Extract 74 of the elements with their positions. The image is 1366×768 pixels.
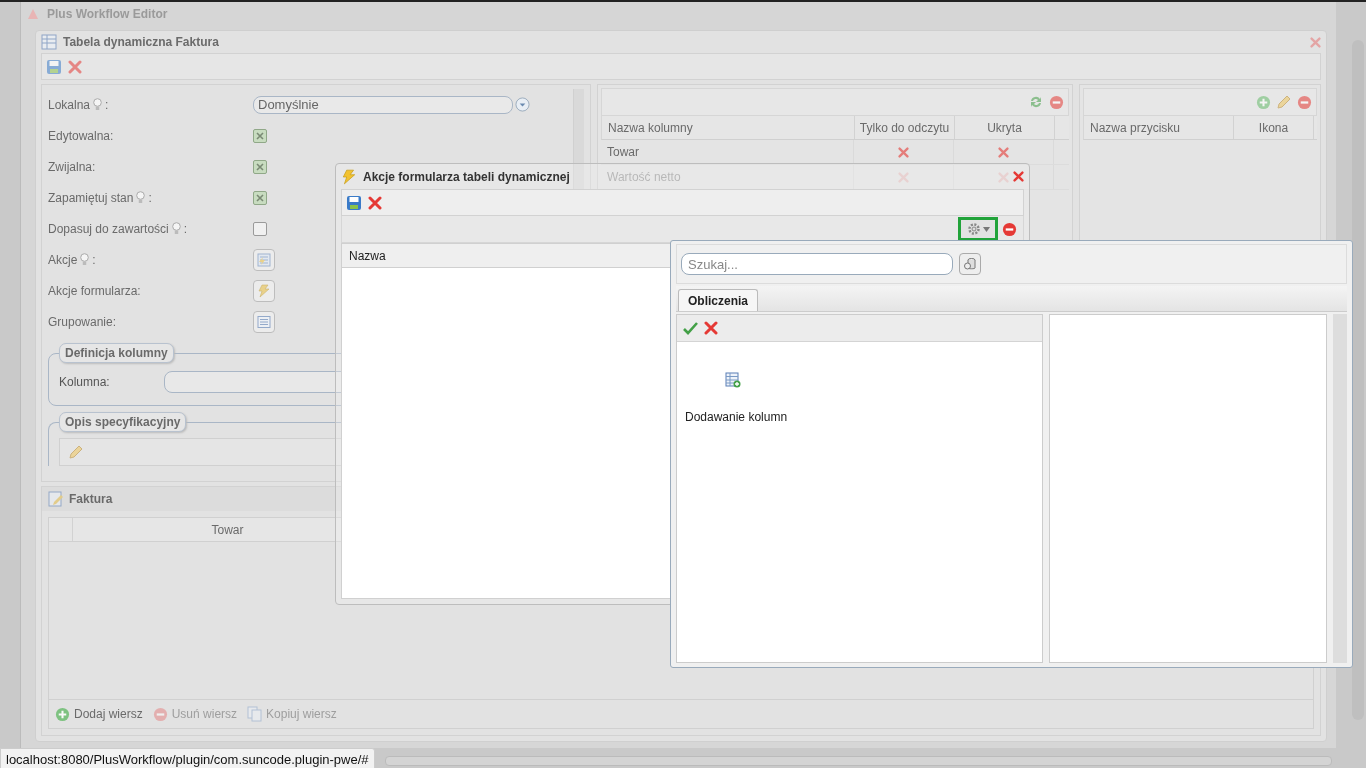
save-icon[interactable] bbox=[46, 58, 62, 75]
field-label: Lokalna bbox=[48, 97, 91, 112]
table-icon bbox=[41, 34, 57, 50]
cancel-icon[interactable] bbox=[368, 195, 382, 210]
field-label: Kolumna: bbox=[59, 375, 111, 389]
checkbox[interactable] bbox=[253, 128, 267, 143]
row-action-button[interactable]: Dodaj wiersz bbox=[55, 706, 143, 722]
cancel-icon[interactable] bbox=[68, 59, 82, 74]
add-column-icon bbox=[725, 372, 741, 388]
search-field[interactable]: Szukaj... bbox=[681, 253, 953, 275]
confirm-icon[interactable] bbox=[683, 321, 698, 335]
database-icon bbox=[963, 257, 977, 271]
window-title: Akcje formularza tabeli dynamicznej bbox=[363, 169, 570, 184]
checkbox[interactable] bbox=[253, 221, 267, 236]
close-icon[interactable] bbox=[1013, 171, 1024, 182]
app-title: Plus Workflow Editor bbox=[47, 7, 168, 21]
list-icon bbox=[257, 314, 271, 329]
window-title: Tabela dynamiczna Faktura bbox=[63, 35, 219, 49]
checkbox[interactable] bbox=[253, 190, 267, 205]
app-logo-icon bbox=[26, 7, 40, 21]
database-button[interactable] bbox=[959, 253, 981, 275]
cross-icon bbox=[898, 146, 909, 158]
column-header[interactable]: Ukryta bbox=[955, 116, 1055, 139]
table-cell: Towar bbox=[601, 140, 854, 164]
save-icon[interactable] bbox=[346, 194, 362, 211]
checkbox[interactable] bbox=[253, 159, 267, 174]
pencil-icon[interactable] bbox=[1276, 94, 1292, 110]
field-label: Akcje bbox=[48, 252, 78, 267]
dropdown-icon[interactable] bbox=[515, 97, 530, 112]
action-item[interactable]: Dodawanie kolumn bbox=[677, 342, 1042, 424]
remove-icon bbox=[152, 706, 168, 722]
column-header[interactable]: Nazwa przycisku bbox=[1084, 116, 1234, 139]
cross-icon bbox=[998, 146, 1009, 158]
scrollbar[interactable] bbox=[385, 756, 1332, 766]
column-header[interactable]: Tylko do odczytu bbox=[855, 116, 955, 139]
label-colon: : bbox=[183, 221, 188, 236]
grouping-button[interactable] bbox=[253, 310, 275, 333]
remove-icon[interactable] bbox=[1297, 94, 1312, 110]
lightning-icon bbox=[257, 283, 271, 298]
copy-icon bbox=[247, 706, 263, 722]
cancel-icon[interactable] bbox=[704, 321, 718, 335]
group-legend: Opis specyfikacyjny bbox=[59, 412, 187, 432]
gear-icon bbox=[966, 222, 981, 236]
form-actions-button[interactable] bbox=[253, 279, 275, 302]
field-label: Dopasuj do zawartości bbox=[48, 221, 169, 236]
column-header[interactable]: Nazwa kolumny bbox=[602, 116, 855, 139]
locale-select[interactable]: Domyślnie bbox=[253, 95, 513, 114]
add-icon bbox=[55, 706, 70, 722]
settings-dropdown-button[interactable] bbox=[958, 217, 998, 241]
add-icon[interactable] bbox=[1256, 94, 1271, 110]
form-edit-icon bbox=[48, 491, 64, 507]
label-colon: : bbox=[148, 190, 152, 205]
status-url: localhost:8080/PlusWorkflow/plugin/com.suncode.plugin-pwe/# bbox=[0, 748, 375, 768]
field-label: Zwijalna: bbox=[48, 159, 96, 174]
panel-title: Faktura bbox=[69, 492, 113, 506]
remove-icon[interactable] bbox=[1049, 94, 1064, 110]
list-lightning-icon bbox=[257, 252, 271, 267]
caret-icon bbox=[982, 226, 990, 232]
tab[interactable]: Obliczenia bbox=[678, 289, 759, 311]
group-legend: Definicja kolumny bbox=[59, 343, 174, 363]
pencil-icon[interactable] bbox=[68, 444, 84, 460]
scrollbar[interactable] bbox=[1352, 40, 1364, 720]
label-colon: : bbox=[92, 252, 96, 267]
field-label: Edytowalna: bbox=[48, 128, 114, 143]
remove-icon[interactable] bbox=[1002, 221, 1017, 237]
label-colon: : bbox=[105, 97, 109, 112]
field-label: Grupowanie: bbox=[48, 314, 117, 329]
column-header[interactable]: Ikona bbox=[1234, 116, 1314, 139]
field-label: Akcje formularza: bbox=[48, 283, 141, 298]
lightning-icon bbox=[341, 168, 357, 185]
actions-button[interactable] bbox=[253, 248, 275, 271]
close-icon[interactable] bbox=[1310, 36, 1321, 48]
refresh-icon[interactable] bbox=[1028, 94, 1044, 110]
field-label: Zapamiętuj stan bbox=[48, 190, 134, 205]
